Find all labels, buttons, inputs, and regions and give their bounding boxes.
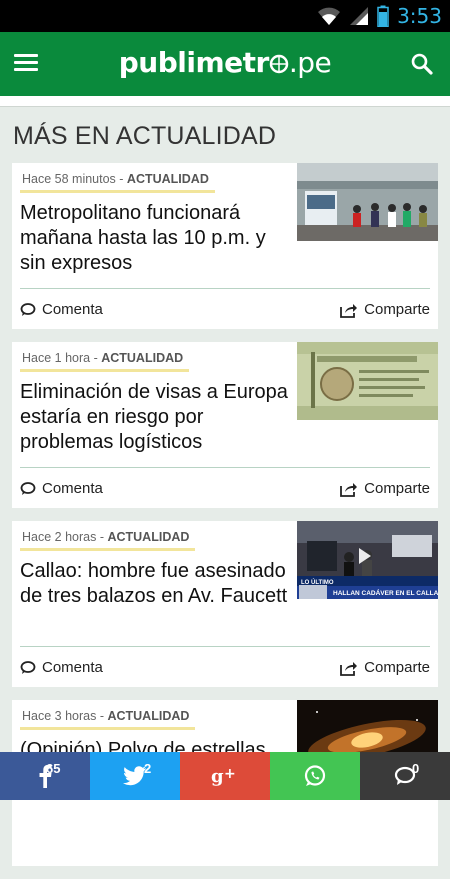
share-icon <box>340 661 358 676</box>
article-headline[interactable]: Metropolitano funcionará mañana hasta la… <box>20 201 292 276</box>
article-thumbnail[interactable] <box>297 342 438 420</box>
google-plus-share-button[interactable]: g + <box>180 752 270 800</box>
share-button[interactable]: Comparte <box>340 301 430 318</box>
article-headline[interactable]: Eliminación de visas a Europa estaría en… <box>20 380 292 455</box>
thumb-caption-top: LO ÚLTIMO <box>301 579 334 586</box>
article-card[interactable]: Hace 1 hora - ACTUALIDAD Eliminación de … <box>12 342 438 508</box>
section-title: MÁS EN ACTUALIDAD <box>13 122 277 150</box>
header-divider <box>0 96 450 107</box>
share-icon <box>340 482 358 497</box>
comment-icon <box>20 481 36 495</box>
card-divider <box>20 288 430 289</box>
article-meta: Hace 1 hora - ACTUALIDAD <box>20 351 190 372</box>
svg-text:g: g <box>211 766 224 787</box>
comments-count: 0 <box>412 761 420 776</box>
wifi-icon <box>318 7 341 25</box>
globe-icon <box>269 54 289 74</box>
article-thumbnail[interactable]: LO ÚLTIMO HALLAN CADÁVER EN EL CALLAO <box>297 521 438 599</box>
facebook-count: 65 <box>46 761 61 776</box>
comment-icon <box>20 660 36 674</box>
article-headline[interactable]: Callao: hombre fue asesinado de tres bal… <box>20 559 292 609</box>
publimetro-logo[interactable]: publimetr .pe <box>0 46 450 79</box>
app-bar: publimetr .pe <box>0 32 450 96</box>
comments-button[interactable]: 0 <box>360 752 450 800</box>
article-meta: Hace 58 minutos - ACTUALIDAD <box>20 172 215 193</box>
clock: 3:53 <box>397 4 442 28</box>
comment-icon <box>20 302 36 316</box>
twitter-count: 2 <box>144 761 152 776</box>
comment-button[interactable]: Comenta <box>20 659 103 676</box>
share-button[interactable]: Comparte <box>340 480 430 497</box>
twitter-share-button[interactable]: 2 <box>90 752 180 800</box>
card-divider <box>20 467 430 468</box>
google-plus-icon: g + <box>211 766 236 787</box>
battery-icon <box>377 5 389 27</box>
article-meta: Hace 3 horas - ACTUALIDAD <box>20 709 196 730</box>
article-card[interactable]: Hace 2 horas - ACTUALIDAD Callao: hombre… <box>12 521 438 687</box>
comment-button[interactable]: Comenta <box>20 480 103 497</box>
search-icon[interactable] <box>410 52 434 76</box>
share-bar: 65 2 g + 0 <box>0 752 450 800</box>
facebook-share-button[interactable]: 65 <box>0 752 90 800</box>
card-divider <box>20 646 430 647</box>
article-card[interactable]: Hace 58 minutos - ACTUALIDAD Metropolita… <box>12 163 438 329</box>
status-bar: 3:53 <box>0 0 450 32</box>
thumb-caption: HALLAN CADÁVER EN EL CALLAO <box>333 588 438 597</box>
whatsapp-icon <box>304 765 326 786</box>
signal-icon <box>350 7 369 25</box>
svg-text:+: + <box>224 766 236 782</box>
comment-button[interactable]: Comenta <box>20 301 103 318</box>
whatsapp-share-button[interactable] <box>270 752 360 800</box>
share-icon <box>340 303 358 318</box>
article-thumbnail[interactable] <box>297 163 438 241</box>
article-meta: Hace 2 horas - ACTUALIDAD <box>20 530 196 551</box>
share-button[interactable]: Comparte <box>340 659 430 676</box>
